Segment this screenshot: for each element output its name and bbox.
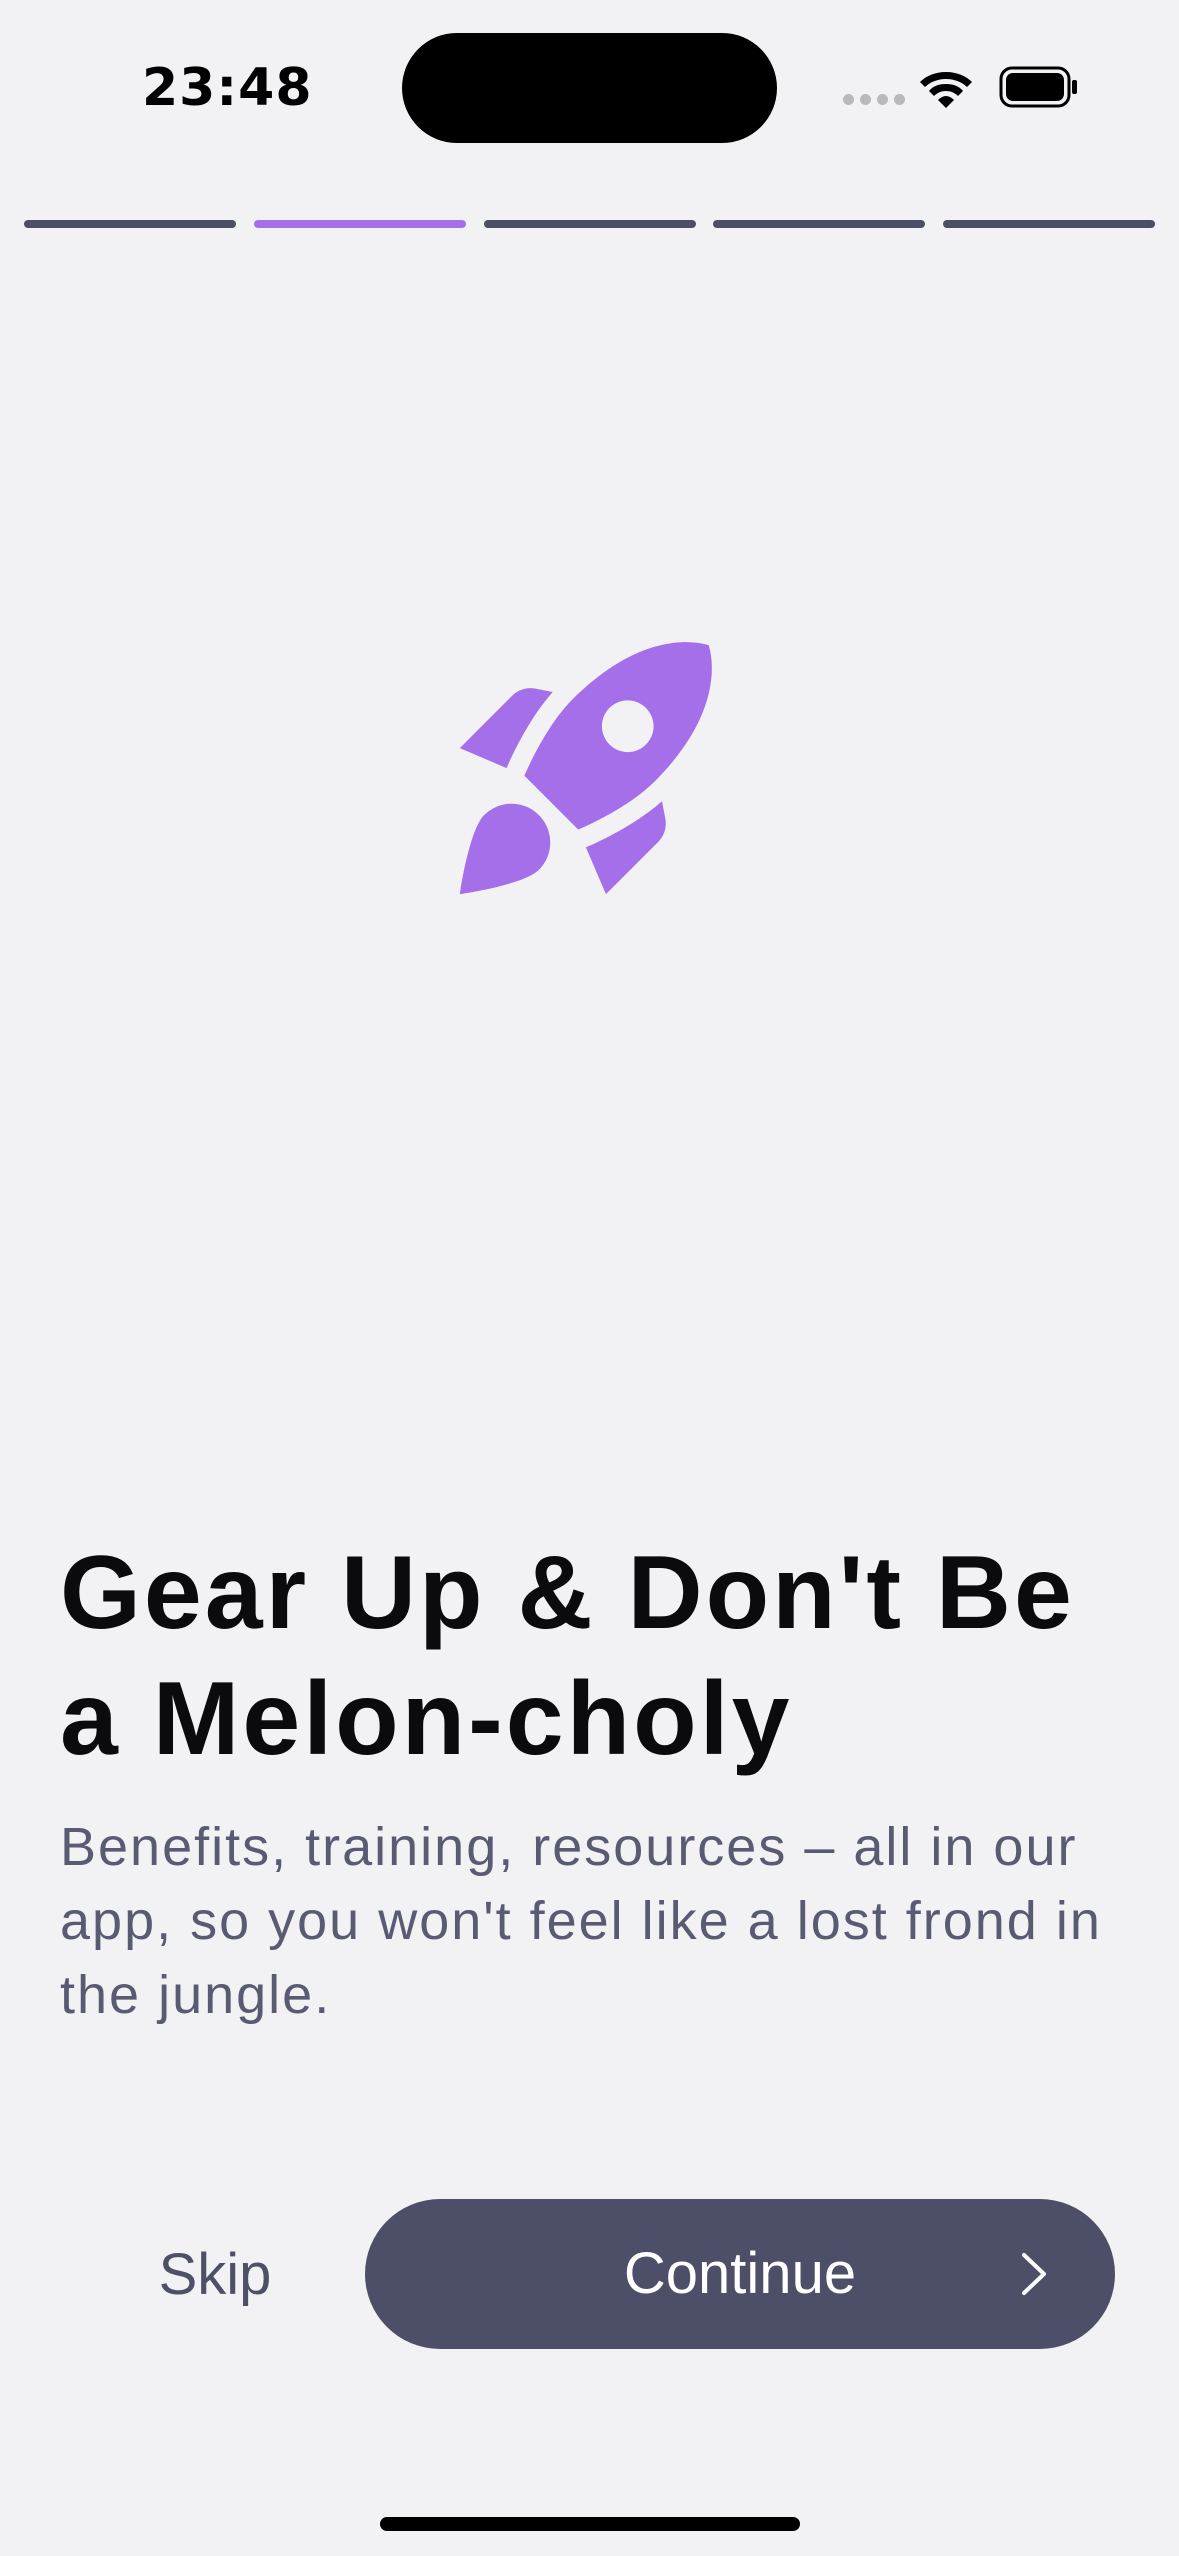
skip-button[interactable]: Skip bbox=[130, 2240, 300, 2310]
onboarding-title: Gear Up & Don't Be a Melon-choly bbox=[60, 1535, 1075, 1777]
progress-segment-2 bbox=[253, 220, 466, 228]
wifi-icon bbox=[920, 72, 972, 108]
dynamic-island bbox=[402, 33, 777, 143]
onboarding-progress bbox=[24, 220, 1155, 228]
home-indicator bbox=[380, 2517, 800, 2531]
signal-icon bbox=[843, 94, 905, 105]
progress-segment-1 bbox=[24, 220, 236, 228]
progress-segment-4 bbox=[713, 220, 926, 228]
rocket-icon bbox=[459, 642, 712, 895]
battery-icon bbox=[999, 66, 1077, 108]
chevron-right-icon bbox=[1022, 2253, 1046, 2295]
progress-segment-5 bbox=[943, 220, 1155, 228]
continue-label: Continue bbox=[623, 2241, 857, 2306]
progress-segment-3 bbox=[483, 220, 696, 228]
onboarding-description: Benefits, training, resources – all in o… bbox=[60, 1817, 1102, 2025]
continue-button[interactable]: Continue bbox=[365, 2199, 1115, 2349]
status-time: 23:48 bbox=[142, 58, 313, 118]
